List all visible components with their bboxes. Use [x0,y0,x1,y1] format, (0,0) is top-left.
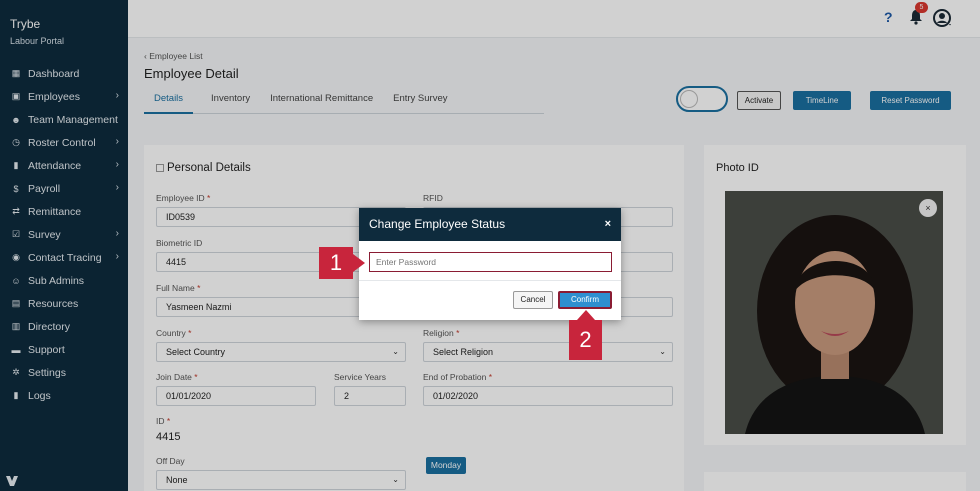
step-1-arrow-icon [353,254,365,272]
modal-title: Change Employee Status [369,217,506,231]
confirm-button[interactable]: Confirm [558,291,612,309]
cancel-button[interactable]: Cancel [513,291,553,309]
step-number: 2 [579,327,592,352]
modal-header: Change Employee Status × [359,208,621,241]
step-2-arrow-icon [577,310,595,320]
step-1-marker: 1 [319,247,353,279]
password-input[interactable] [369,252,612,272]
change-status-modal: Change Employee Status × Cancel Confirm [359,208,621,320]
close-icon[interactable]: × [605,208,611,241]
modal-body [359,241,621,281]
step-2-marker: 2 [569,320,602,360]
step-number: 1 [329,250,343,275]
